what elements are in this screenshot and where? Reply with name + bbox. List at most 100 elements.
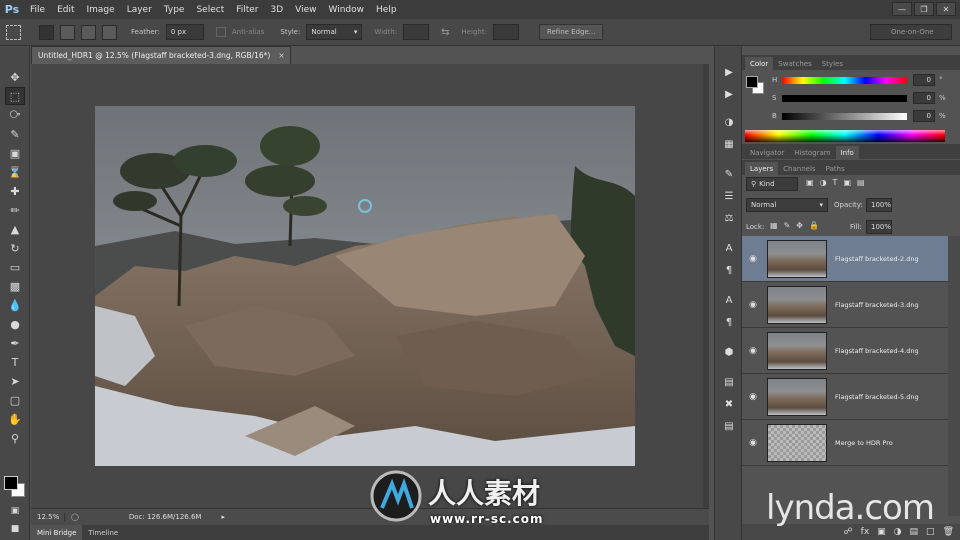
- quick-selection-icon[interactable]: ✎: [5, 125, 25, 143]
- crop-tool-icon[interactable]: ▣: [5, 144, 25, 162]
- tab-paths[interactable]: Paths: [821, 162, 850, 175]
- close-icon[interactable]: ✕: [936, 2, 956, 16]
- visibility-eye-icon[interactable]: ◉: [742, 346, 764, 356]
- dodge-tool-icon[interactable]: ●: [5, 315, 25, 333]
- play-icon[interactable]: ▶: [721, 64, 737, 80]
- new-selection-icon[interactable]: [39, 24, 54, 40]
- zoom-tool-icon[interactable]: ⚲: [5, 429, 25, 447]
- foreground-color-swatch[interactable]: [4, 476, 18, 490]
- saturation-slider[interactable]: [782, 94, 907, 102]
- layer-style-icon[interactable]: fx: [861, 527, 870, 537]
- blend-mode-select[interactable]: Normal ▾: [746, 198, 828, 212]
- document-tab[interactable]: Untitled_HDR1 @ 12.5% (Flagstaff bracket…: [31, 46, 291, 64]
- tab-histogram[interactable]: Histogram: [789, 146, 835, 159]
- blur-tool-icon[interactable]: 💧: [5, 296, 25, 314]
- saturation-value[interactable]: 0: [913, 92, 935, 104]
- layer-row[interactable]: ◉ Flagstaff bracketed-4.dng: [742, 328, 948, 374]
- layer-row[interactable]: ◉ Flagstaff bracketed-5.dng: [742, 374, 948, 420]
- filter-smart-object-icon[interactable]: ▤: [857, 178, 865, 187]
- delete-layer-icon[interactable]: 🗑: [943, 527, 954, 537]
- menu-file[interactable]: File: [24, 5, 51, 15]
- menu-select[interactable]: Select: [190, 5, 230, 15]
- zoom-level[interactable]: 12.5%: [31, 513, 65, 521]
- menu-window[interactable]: Window: [323, 5, 371, 15]
- restore-icon[interactable]: ❐: [914, 2, 934, 16]
- eraser-tool-icon[interactable]: ▭: [5, 258, 25, 276]
- layer-row[interactable]: ◉ Flagstaff bracketed-3.dng: [742, 282, 948, 328]
- adjustment-layer-icon[interactable]: ◑: [894, 527, 902, 537]
- canvas-scrollbar-vertical[interactable]: [703, 64, 709, 508]
- brightness-value[interactable]: 0: [913, 110, 935, 122]
- menu-layer[interactable]: Layer: [121, 5, 158, 15]
- swap-dimensions-icon[interactable]: ⇆: [441, 27, 449, 38]
- gradient-tool-icon[interactable]: ▩: [5, 277, 25, 295]
- menu-filter[interactable]: Filter: [230, 5, 264, 15]
- layer-row[interactable]: ◉ Merge to HDR Pro: [742, 420, 948, 466]
- hue-slider[interactable]: [782, 76, 907, 84]
- move-tool-icon[interactable]: ✥: [5, 68, 25, 86]
- paragraph-icon[interactable]: ¶: [721, 262, 737, 278]
- menu-view[interactable]: View: [289, 5, 322, 15]
- adjustments-icon[interactable]: ◑: [721, 114, 737, 130]
- history-brush-icon[interactable]: ↻: [5, 239, 25, 257]
- menu-help[interactable]: Help: [370, 5, 403, 15]
- subtract-selection-icon[interactable]: [81, 24, 96, 40]
- height-input[interactable]: [492, 24, 519, 40]
- notes-icon[interactable]: ▤: [721, 418, 737, 434]
- feather-input[interactable]: 0 px: [165, 24, 204, 40]
- refine-edge-button[interactable]: Refine Edge...: [538, 24, 604, 40]
- brush-tool-icon[interactable]: ✏: [5, 201, 25, 219]
- color-fg-swatch[interactable]: [746, 76, 758, 88]
- clone-source-icon[interactable]: ⚖: [721, 210, 737, 226]
- character-styles-icon[interactable]: A: [721, 292, 737, 308]
- visibility-eye-icon[interactable]: ◉: [742, 300, 764, 310]
- clone-stamp-icon[interactable]: ▲: [5, 220, 25, 238]
- layer-mask-icon[interactable]: ▣: [877, 527, 886, 537]
- rectangular-marquee-icon[interactable]: ⬚: [5, 87, 25, 105]
- style-select[interactable]: Normal ▾: [306, 24, 363, 40]
- hand-tool-icon[interactable]: ✋: [5, 410, 25, 428]
- lock-transparent-icon[interactable]: ▦: [770, 221, 778, 230]
- intersect-selection-icon[interactable]: [102, 24, 117, 40]
- new-group-icon[interactable]: ▤: [910, 527, 919, 537]
- menu-image[interactable]: Image: [81, 5, 121, 15]
- tab-timeline[interactable]: Timeline: [82, 525, 124, 540]
- tool-presets-icon[interactable]: ✖: [721, 396, 737, 412]
- close-document-icon[interactable]: ×: [278, 51, 284, 60]
- filter-adjustment-icon[interactable]: ◑: [820, 178, 827, 187]
- color-spectrum-ramp[interactable]: [745, 130, 945, 142]
- lock-pixels-icon[interactable]: ✎: [784, 221, 791, 230]
- properties-icon[interactable]: ▦: [721, 136, 737, 152]
- minimize-icon[interactable]: —: [892, 2, 912, 16]
- rectangle-shape-icon[interactable]: ▢: [5, 391, 25, 409]
- tab-info[interactable]: Info: [835, 146, 859, 159]
- menu-3d[interactable]: 3D: [265, 5, 290, 15]
- tab-navigator[interactable]: Navigator: [745, 146, 789, 159]
- visibility-eye-icon[interactable]: ◉: [742, 254, 764, 264]
- status-share-icon[interactable]: ◯: [71, 513, 79, 521]
- document-image[interactable]: [95, 106, 635, 466]
- screen-mode-icon[interactable]: ■: [5, 520, 25, 538]
- tab-swatches[interactable]: Swatches: [773, 57, 816, 70]
- width-input[interactable]: [403, 24, 430, 40]
- lock-all-icon[interactable]: 🔒: [809, 221, 819, 230]
- filter-pixel-icon[interactable]: ▣: [806, 178, 814, 187]
- brush-icon[interactable]: ✎: [721, 166, 737, 182]
- hue-value[interactable]: 0: [913, 74, 935, 86]
- add-selection-icon[interactable]: [60, 24, 75, 40]
- type-tool-icon[interactable]: T: [5, 353, 25, 371]
- character-icon[interactable]: A: [721, 240, 737, 256]
- menu-edit[interactable]: Edit: [51, 5, 80, 15]
- visibility-eye-icon[interactable]: ◉: [742, 438, 764, 448]
- history-icon[interactable]: ▤: [721, 374, 737, 390]
- menu-type[interactable]: Type: [158, 5, 191, 15]
- 3d-icon[interactable]: ⬢: [721, 344, 737, 360]
- quick-mask-icon[interactable]: ▣: [5, 502, 25, 520]
- tab-styles[interactable]: Styles: [817, 57, 848, 70]
- eyedropper-icon[interactable]: ⌛: [5, 163, 25, 181]
- pen-tool-icon[interactable]: ✒: [5, 334, 25, 352]
- tab-color[interactable]: Color: [745, 57, 774, 70]
- path-selection-icon[interactable]: ➤: [5, 372, 25, 390]
- tab-mini-bridge[interactable]: Mini Bridge: [31, 525, 83, 540]
- status-menu-arrow-icon[interactable]: ▸: [221, 513, 225, 521]
